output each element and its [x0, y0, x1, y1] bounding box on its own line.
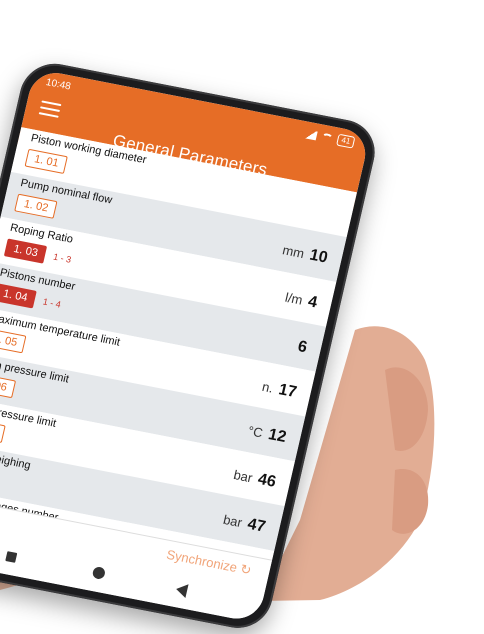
parameter-value[interactable]: 12 [267, 426, 288, 446]
parameter-unit: bar [222, 512, 244, 530]
parameter-code-badge[interactable]: 1. 03 [4, 238, 48, 263]
parameter-unit: l/m [284, 290, 304, 308]
parameter-unit: mm [281, 242, 306, 261]
recents-icon[interactable] [5, 551, 17, 563]
nav-back-icon[interactable] [175, 582, 189, 598]
phone: 10:48 41 General Parameters Piston worki… [0, 58, 381, 634]
parameter-value[interactable]: 46 [256, 471, 277, 491]
parameters-list[interactable]: Piston working diameter1. 01Pump nominal… [0, 127, 357, 561]
status-time: 10:48 [45, 77, 72, 93]
parameter-value[interactable]: 10 [308, 247, 329, 267]
home-icon[interactable] [92, 566, 106, 580]
parameter-unit: n. [261, 379, 275, 396]
status-icons: 41 [304, 127, 356, 148]
parameter-code-badge[interactable]: 1. 02 [14, 194, 58, 219]
parameter-code-badge[interactable]: 1. 05 [0, 328, 27, 353]
signal-icon [304, 129, 318, 140]
wifi-icon [321, 132, 334, 143]
parameter-code-badge[interactable]: 1. 01 [25, 149, 69, 174]
parameter-range: 1 - 3 [52, 252, 72, 265]
parameter-code-badge[interactable]: 1. 06 [0, 373, 17, 398]
parameter-code-badge[interactable]: 1. 07 [0, 418, 6, 443]
parameter-value[interactable]: 17 [277, 381, 298, 401]
parameter-unit: bar [232, 467, 254, 485]
app-screen: 10:48 41 General Parameters Piston worki… [0, 68, 371, 623]
parameter-unit: °C [247, 423, 265, 440]
parameter-range: 1 - 4 [42, 296, 62, 309]
parameter-code-badge[interactable]: 1. 04 [0, 283, 37, 308]
battery-icon: 41 [336, 134, 355, 149]
parameter-value[interactable]: 47 [246, 516, 267, 536]
